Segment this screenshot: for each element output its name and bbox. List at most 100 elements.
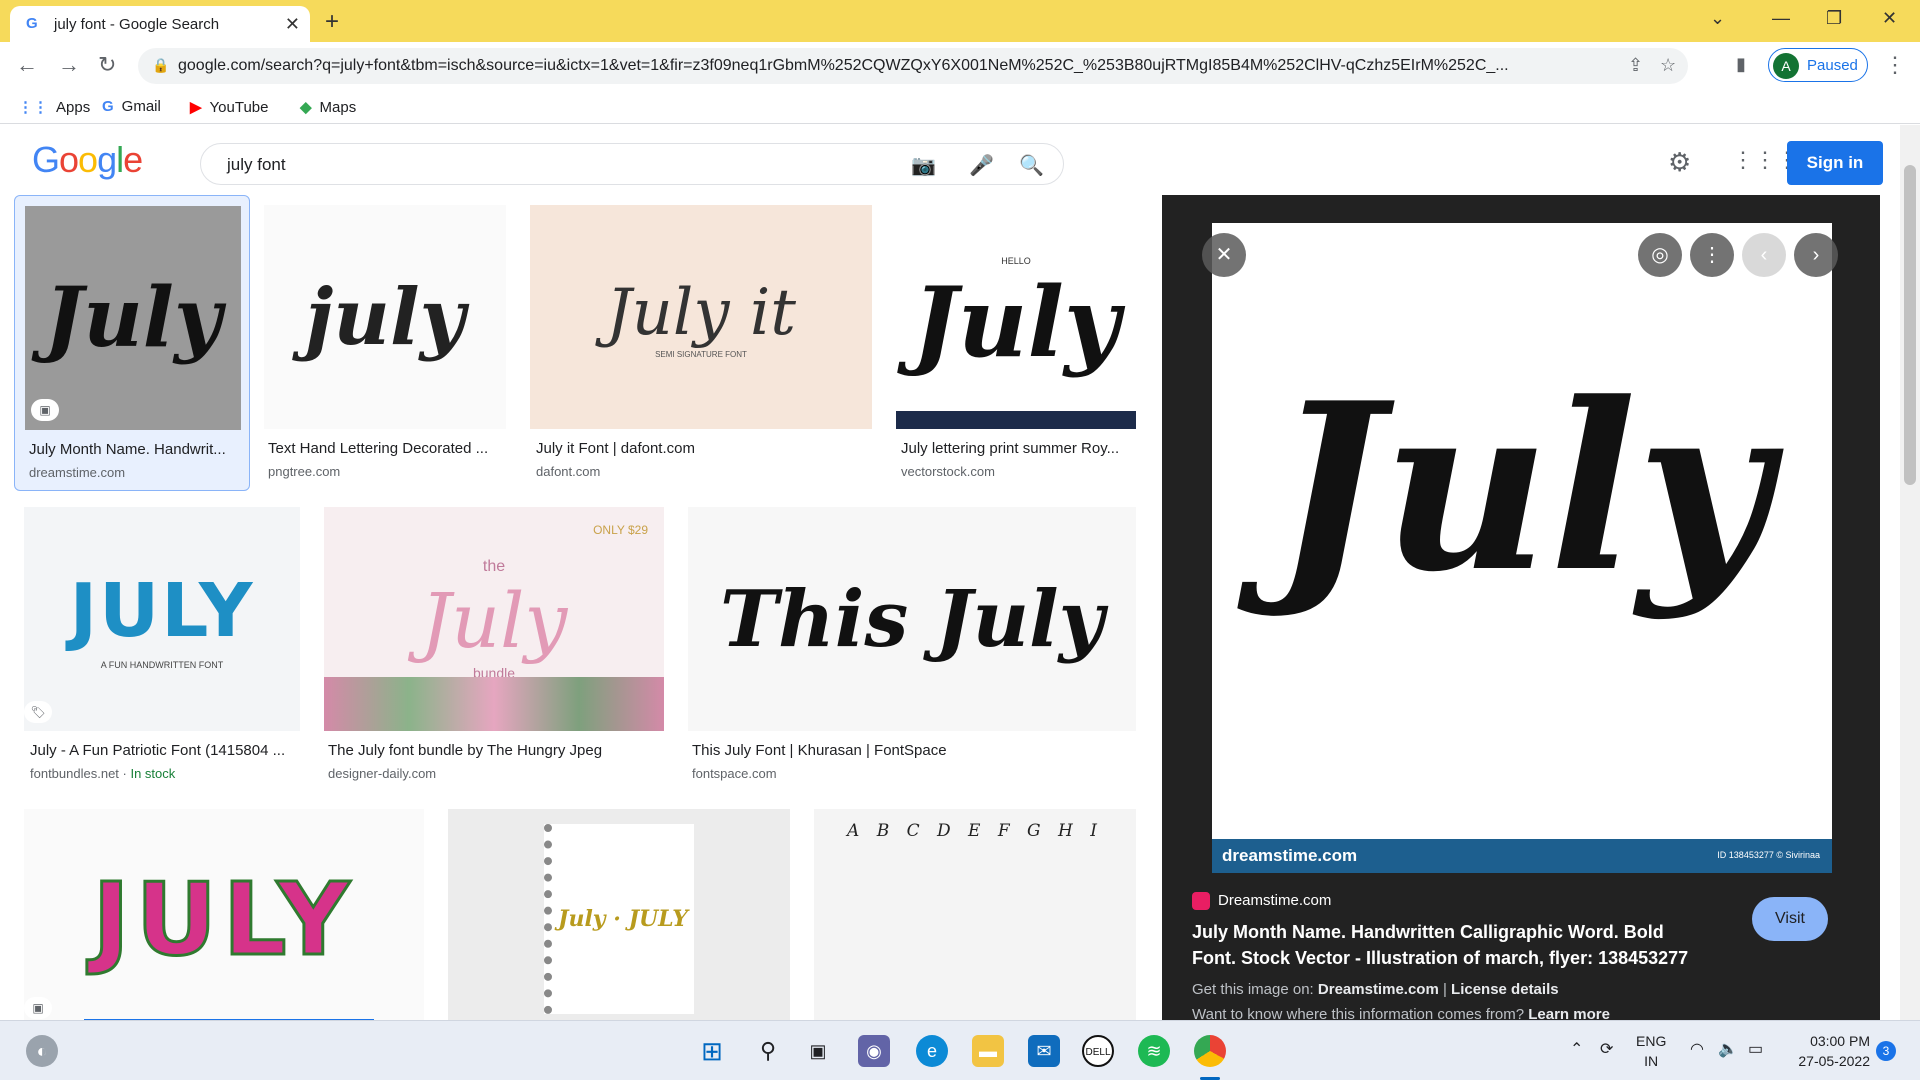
show-hidden-icons-icon[interactable]: ⌃ bbox=[1570, 1039, 1583, 1059]
bookmark-gmail[interactable]: G Gmail bbox=[102, 98, 161, 115]
language-indicator[interactable]: ENG IN bbox=[1636, 1031, 1666, 1071]
spotify-icon[interactable]: ≋ bbox=[1138, 1035, 1170, 1067]
file-explorer-icon[interactable]: ▬ bbox=[972, 1035, 1004, 1067]
search-input[interactable]: july font bbox=[227, 155, 286, 175]
bookmark-maps[interactable]: ◆ Maps bbox=[300, 98, 356, 116]
result-caption[interactable]: The July font bundle by The Hungry Jpeg bbox=[328, 742, 662, 759]
preview-site[interactable]: Dreamstime.com bbox=[1192, 892, 1331, 911]
side-panel-icon[interactable]: ▮ bbox=[1736, 54, 1746, 75]
tab-search-icon[interactable]: ⌄ bbox=[1710, 8, 1725, 29]
restore-button[interactable]: ❐ bbox=[1826, 8, 1842, 29]
settings-gear-icon[interactable]: ⚙ bbox=[1668, 147, 1691, 178]
search-box[interactable]: july font 📷 🎤 🔍 bbox=[200, 143, 1064, 185]
close-tab-icon[interactable]: ✕ bbox=[285, 14, 300, 35]
new-tab-button[interactable]: + bbox=[325, 8, 339, 36]
dell-icon[interactable]: DELL bbox=[1082, 1035, 1114, 1067]
browser-tab[interactable]: G july font - Google Search ✕ bbox=[10, 6, 310, 42]
bookmark-apps[interactable]: ⋮⋮ Apps bbox=[18, 98, 90, 116]
get-image-link[interactable]: Dreamstime.com bbox=[1318, 981, 1439, 998]
close-window-button[interactable]: ✕ bbox=[1882, 8, 1897, 29]
chrome-icon[interactable] bbox=[1194, 1035, 1226, 1067]
info-source-line: Want to know where this information come… bbox=[1192, 1006, 1610, 1020]
result-thumbnail[interactable]: JULY bbox=[24, 809, 424, 1020]
teams-chat-icon[interactable]: ◉ bbox=[858, 1035, 890, 1067]
image-result[interactable]: July it SEMI SIGNATURE FONT July it Font… bbox=[530, 195, 872, 491]
start-icon[interactable]: ⊞ bbox=[696, 1035, 728, 1067]
google-logo[interactable]: Google bbox=[32, 139, 143, 181]
lens-search-icon[interactable]: ◎ bbox=[1638, 233, 1682, 277]
result-thumbnail[interactable]: July · JULY bbox=[448, 809, 790, 1020]
image-result[interactable]: This July This July Font | Khurasan | Fo… bbox=[688, 507, 1136, 797]
sync-icon[interactable]: ⟳ bbox=[1600, 1039, 1613, 1059]
preview-word: July bbox=[1273, 353, 1771, 623]
result-thumbnail[interactable]: JULY A FUN HANDWRITTEN FONT bbox=[24, 507, 300, 731]
reload-icon[interactable]: ↻ bbox=[98, 52, 116, 78]
result-thumbnail[interactable]: This July bbox=[688, 507, 1136, 731]
result-thumbnail[interactable]: A B C D E F G H I bbox=[814, 809, 1136, 1020]
image-result[interactable]: ONLY $29 the July bundle The July font b… bbox=[324, 507, 664, 797]
volume-icon[interactable]: 🔈 bbox=[1718, 1039, 1738, 1059]
youtube-icon: ▶ bbox=[190, 99, 202, 116]
clock[interactable]: 03:00 PM 27-05-2022 bbox=[1786, 1031, 1870, 1071]
image-result[interactable]: July · JULY bbox=[448, 809, 790, 1020]
wifi-icon[interactable]: ◠ bbox=[1690, 1039, 1704, 1059]
preview-title[interactable]: July Month Name. Handwritten Calligraphi… bbox=[1192, 919, 1712, 971]
result-thumbnail[interactable]: HELLO July bbox=[896, 205, 1136, 429]
search-icon[interactable]: 🔍 bbox=[1019, 153, 1044, 178]
result-thumbnail[interactable]: july bbox=[264, 205, 506, 429]
image-result[interactable]: JULY A FUN HANDWRITTEN FONT 🏷 July - A F… bbox=[24, 507, 300, 797]
in-stock-label: In stock bbox=[130, 766, 176, 781]
url-text[interactable]: google.com/search?q=july+font&tbm=isch&s… bbox=[178, 57, 1578, 75]
dreamstime-favicon-icon bbox=[1192, 892, 1210, 911]
result-caption[interactable]: Text Hand Lettering Decorated ... bbox=[268, 440, 504, 457]
profile-button[interactable]: A Paused bbox=[1768, 48, 1868, 82]
image-result[interactable]: A B C D E F G H I bbox=[814, 809, 1136, 1020]
result-thumbnail[interactable]: July it SEMI SIGNATURE FONT bbox=[530, 205, 872, 429]
image-result[interactable]: July ▣ July Month Name. Handwrit... drea… bbox=[14, 195, 250, 491]
previous-image-icon[interactable]: ‹ bbox=[1742, 233, 1786, 277]
browser-toolbar: ← → ↻ 🔒 google.com/search?q=july+font&tb… bbox=[0, 42, 1920, 90]
edge-icon[interactable]: e bbox=[916, 1035, 948, 1067]
search-taskbar-icon[interactable]: ⚲ bbox=[752, 1035, 784, 1067]
close-preview-icon[interactable]: ✕ bbox=[1202, 233, 1246, 277]
battery-icon[interactable]: ▭ bbox=[1748, 1039, 1763, 1059]
result-source: fontbundles.net · In stock bbox=[30, 766, 176, 781]
notification-badge[interactable]: 3 bbox=[1876, 1041, 1896, 1061]
camera-search-icon[interactable]: 📷 bbox=[911, 153, 936, 178]
tab-title: july font - Google Search bbox=[54, 16, 220, 33]
preview-image[interactable]: July dreamstime.com ID 138453277 © Sivir… bbox=[1212, 223, 1832, 873]
result-caption[interactable]: July Month Name. Handwrit... bbox=[29, 441, 243, 458]
bookmark-youtube[interactable]: ▶ YouTube bbox=[190, 98, 269, 116]
microphone-icon[interactable]: 🎤 bbox=[969, 153, 994, 178]
price-tag-icon: 🏷 bbox=[24, 701, 52, 723]
result-thumbnail[interactable]: July bbox=[25, 206, 241, 430]
back-icon[interactable]: ← bbox=[16, 52, 38, 78]
license-details-link[interactable]: License details bbox=[1451, 981, 1559, 998]
result-source: designer-daily.com bbox=[328, 766, 437, 781]
learn-more-link[interactable]: Learn more bbox=[1528, 1006, 1610, 1020]
forward-icon[interactable]: → bbox=[58, 52, 80, 78]
mail-icon[interactable]: ✉ bbox=[1028, 1035, 1060, 1067]
share-icon[interactable]: ⇪ bbox=[1628, 55, 1643, 76]
result-caption[interactable]: July it Font | dafont.com bbox=[536, 440, 866, 457]
image-result[interactable]: july Text Hand Lettering Decorated ... p… bbox=[264, 195, 506, 491]
scrollbar-thumb[interactable] bbox=[1904, 165, 1916, 485]
image-result[interactable]: JULY ▣ bbox=[24, 809, 424, 1020]
image-result[interactable]: HELLO July July lettering print summer R… bbox=[896, 195, 1136, 491]
result-caption[interactable]: July lettering print summer Roy... bbox=[901, 440, 1133, 457]
page-scrollbar[interactable] bbox=[1900, 125, 1920, 1020]
result-caption[interactable]: July - A Fun Patriotic Font (1415804 ... bbox=[30, 742, 298, 759]
next-image-icon[interactable]: › bbox=[1794, 233, 1838, 277]
bookmark-star-icon[interactable]: ☆ bbox=[1660, 55, 1676, 76]
minimize-button[interactable]: — bbox=[1772, 8, 1790, 29]
task-view-icon[interactable]: ▣ bbox=[802, 1035, 834, 1067]
sign-in-button[interactable]: Sign in bbox=[1787, 141, 1883, 185]
google-favicon-icon: G bbox=[26, 15, 38, 32]
address-bar[interactable]: 🔒 google.com/search?q=july+font&tbm=isch… bbox=[138, 48, 1688, 84]
menu-icon[interactable]: ⋮ bbox=[1884, 52, 1906, 78]
avatar: A bbox=[1773, 53, 1799, 79]
more-options-icon[interactable]: ⋮ bbox=[1690, 233, 1734, 277]
visit-button[interactable]: Visit bbox=[1752, 897, 1828, 941]
weather-widget-icon[interactable]: ◐ bbox=[26, 1035, 58, 1067]
result-caption[interactable]: This July Font | Khurasan | FontSpace bbox=[692, 742, 1132, 759]
